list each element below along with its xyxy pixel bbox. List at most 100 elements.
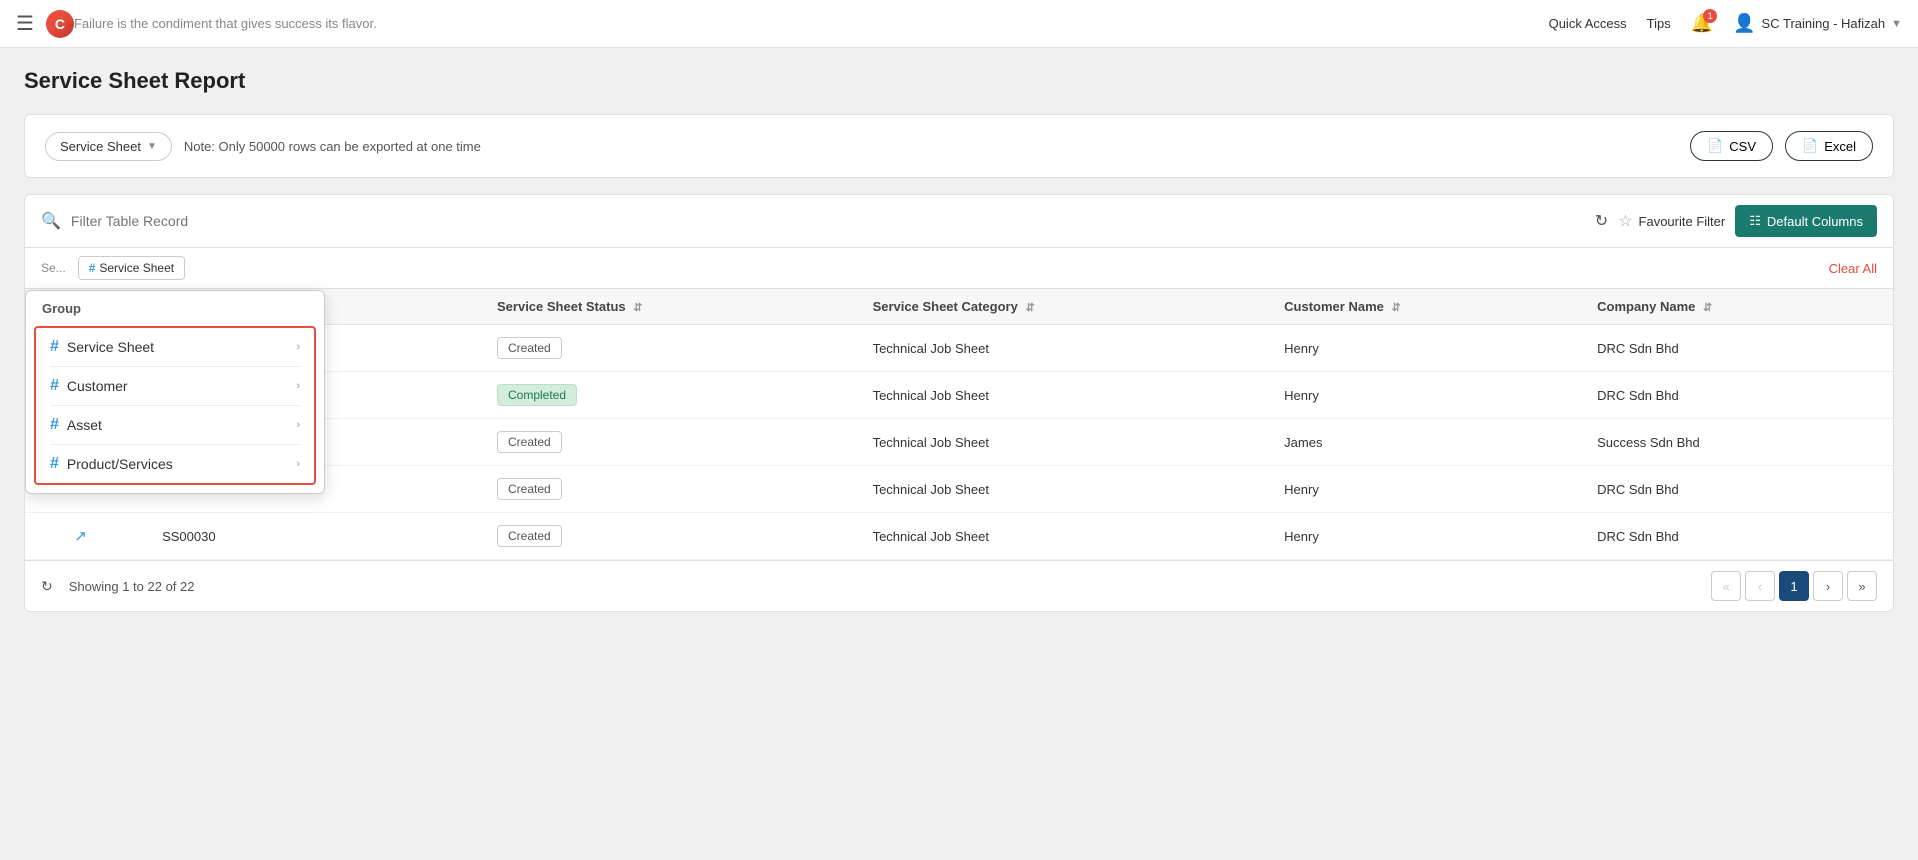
cell-status: Created (483, 325, 859, 372)
default-columns-label: Default Columns (1767, 214, 1863, 229)
table-footer: ↻ Showing 1 to 22 of 22 « ‹ 1 › » (25, 560, 1893, 611)
tips-link[interactable]: Tips (1647, 16, 1671, 31)
user-menu[interactable]: 👤 SC Training - Hafizah ▼ (1733, 13, 1902, 34)
notification-count: 1 (1703, 9, 1717, 23)
status-badge: Created (497, 478, 562, 500)
dropdown-item-label: Service Sheet (67, 339, 154, 355)
chevron-right-icon: › (296, 458, 300, 470)
tagline: Failure is the condiment that gives succ… (74, 16, 1549, 31)
cell-company: Success Sdn Bhd (1583, 419, 1893, 466)
search-bar: 🔍 ↻ ☆ Favourite Filter ☷ Default Columns (25, 195, 1893, 248)
dropdown-item-label: Product/Services (67, 456, 173, 472)
group-filter-row: Se... # Service Sheet Clear All Group # … (25, 248, 1893, 289)
status-badge: Completed (497, 384, 577, 406)
cell-category: Technical Job Sheet (859, 325, 1271, 372)
prev-page-button[interactable]: ‹ (1745, 571, 1775, 601)
col-ss-status[interactable]: Service Sheet Status ⇵ (483, 289, 859, 325)
filter-bar: Service Sheet ▼ Note: Only 50000 rows ca… (24, 114, 1894, 178)
cell-status: Created (483, 466, 859, 513)
group-filter-se-label: Se... (41, 261, 66, 275)
cell-customer: James (1270, 419, 1583, 466)
group-dropdown-menu: Group # Service Sheet › # Customer (25, 290, 325, 494)
cell-ext-link[interactable]: ↗ (60, 513, 148, 560)
chevron-right-icon: › (296, 419, 300, 431)
cell-customer: Henry (1270, 466, 1583, 513)
app-logo: C (46, 10, 74, 38)
cell-customer: Henry (1270, 513, 1583, 560)
search-icon: 🔍 (41, 211, 61, 231)
dropdown-items-box: # Service Sheet › # Customer › (34, 326, 316, 485)
refresh-icon[interactable]: ↻ (1595, 211, 1608, 231)
hamburger-icon[interactable]: ☰ (16, 11, 34, 36)
table-row: ↗ SS00030 Created Technical Job Sheet He… (25, 513, 1893, 560)
cell-company: DRC Sdn Bhd (1583, 372, 1893, 419)
pagination: « ‹ 1 › » (1711, 571, 1877, 601)
dropdown-item-label: Customer (67, 378, 128, 394)
cell-category: Technical Job Sheet (859, 419, 1271, 466)
page-1-button[interactable]: 1 (1779, 571, 1809, 601)
hash-icon: # (50, 455, 59, 473)
dropdown-item-product-services[interactable]: # Product/Services › (36, 445, 314, 483)
col-ss-category[interactable]: Service Sheet Category ⇵ (859, 289, 1271, 325)
columns-icon: ☷ (1749, 213, 1761, 229)
dropdown-item-label: Asset (67, 417, 102, 433)
chevron-down-icon: ▼ (147, 141, 157, 152)
status-badge: Created (497, 431, 562, 453)
cell-category: Technical Job Sheet (859, 372, 1271, 419)
default-columns-button[interactable]: ☷ Default Columns (1735, 205, 1877, 237)
csv-button[interactable]: 📄 CSV (1690, 131, 1773, 161)
cell-company: DRC Sdn Bhd (1583, 466, 1893, 513)
col-company-name[interactable]: Company Name ⇵ (1583, 289, 1893, 325)
first-page-button[interactable]: « (1711, 571, 1741, 601)
cell-status: Completed (483, 372, 859, 419)
notification-bell[interactable]: 🔔 1 (1691, 13, 1713, 34)
chevron-right-icon: › (296, 341, 300, 353)
user-icon: 👤 (1733, 13, 1755, 34)
clear-all-button[interactable]: Clear All (1829, 261, 1877, 276)
quick-access-link[interactable]: Quick Access (1549, 16, 1627, 31)
hash-icon: # (50, 377, 59, 395)
cell-company: DRC Sdn Bhd (1583, 325, 1893, 372)
search-input[interactable] (71, 213, 1585, 229)
hash-icon: # (50, 338, 59, 356)
user-name: SC Training - Hafizah (1762, 16, 1886, 31)
cell-status: Created (483, 419, 859, 466)
cell-category: Technical Job Sheet (859, 466, 1271, 513)
sort-icon: ⇵ (1025, 302, 1034, 314)
excel-icon: 📄 (1802, 138, 1818, 154)
top-nav: ☰ C Failure is the condiment that gives … (0, 0, 1918, 48)
favourite-filter-label: Favourite Filter (1639, 214, 1726, 229)
next-page-button[interactable]: › (1813, 571, 1843, 601)
star-icon: ☆ (1618, 211, 1632, 231)
filter-dropdown[interactable]: Service Sheet ▼ (45, 132, 172, 161)
group-filter-tag[interactable]: # Service Sheet (78, 256, 185, 280)
dropdown-header: Group (26, 291, 324, 322)
hash-icon: # (89, 261, 96, 275)
table-container: 🔍 ↻ ☆ Favourite Filter ☷ Default Columns… (24, 194, 1894, 612)
cell-num (25, 513, 60, 560)
dropdown-item-service-sheet[interactable]: # Service Sheet › (36, 328, 314, 366)
status-badge: Created (497, 337, 562, 359)
external-link-icon[interactable]: ↗ (74, 528, 87, 545)
cell-status: Created (483, 513, 859, 560)
col-customer-name[interactable]: Customer Name ⇵ (1270, 289, 1583, 325)
footer-refresh-icon[interactable]: ↻ (41, 578, 53, 595)
page-container: Service Sheet Report Service Sheet ▼ Not… (0, 48, 1918, 632)
dropdown-item-asset[interactable]: # Asset › (36, 406, 314, 444)
hash-icon: # (50, 416, 59, 434)
sort-icon: ⇵ (633, 302, 642, 314)
user-chevron-icon: ▼ (1891, 18, 1902, 30)
last-page-button[interactable]: » (1847, 571, 1877, 601)
nav-right: Quick Access Tips 🔔 1 👤 SC Training - Ha… (1549, 13, 1902, 34)
chevron-right-icon: › (296, 380, 300, 392)
dropdown-item-customer[interactable]: # Customer › (36, 367, 314, 405)
filter-note: Note: Only 50000 rows can be exported at… (184, 139, 1678, 154)
sort-icon: ⇵ (1703, 302, 1712, 314)
filter-dropdown-label: Service Sheet (60, 139, 141, 154)
excel-button[interactable]: 📄 Excel (1785, 131, 1873, 161)
favourite-filter-button[interactable]: ☆ Favourite Filter (1618, 211, 1725, 231)
cell-company: DRC Sdn Bhd (1583, 513, 1893, 560)
cell-customer: Henry (1270, 325, 1583, 372)
page-title: Service Sheet Report (24, 68, 1894, 94)
footer-showing: Showing 1 to 22 of 22 (69, 579, 195, 594)
